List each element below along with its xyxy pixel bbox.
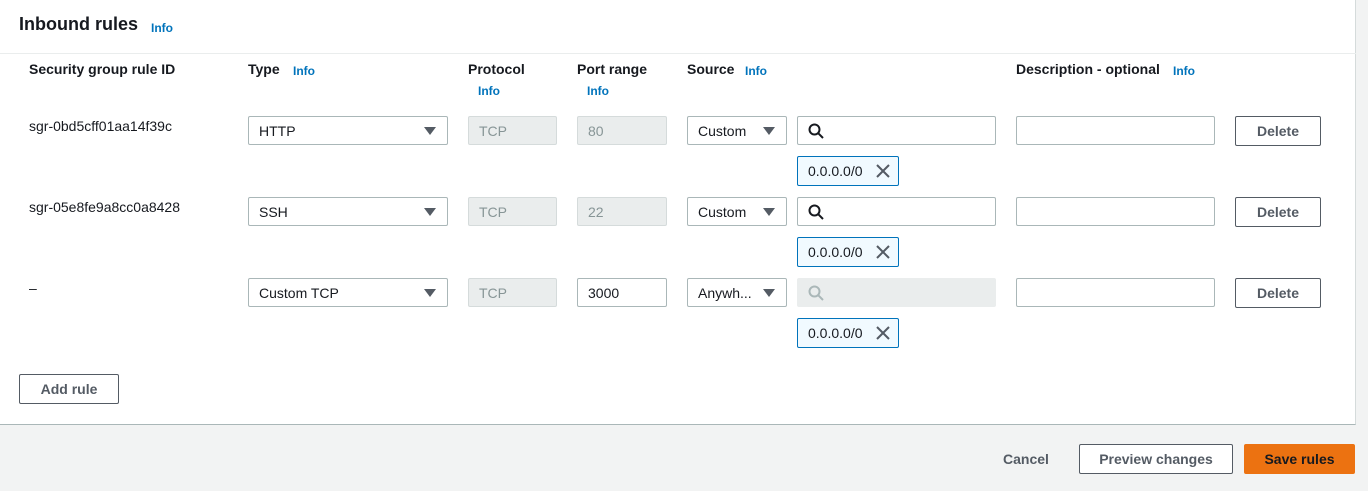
- delete-rule-button[interactable]: Delete: [1235, 278, 1321, 308]
- cidr-token-value: 0.0.0.0/0: [808, 163, 863, 179]
- type-select[interactable]: SSH: [248, 197, 448, 226]
- source-info-link[interactable]: Info: [745, 64, 767, 78]
- description-input[interactable]: [1016, 116, 1215, 145]
- type-select[interactable]: HTTP: [248, 116, 448, 145]
- inbound-rules-panel: Inbound rules Info Security group rule I…: [0, 0, 1356, 425]
- rule-id: –: [29, 280, 37, 296]
- caret-down-icon: [763, 289, 775, 297]
- protocol-value: TCP: [479, 123, 507, 139]
- cidr-search-input: [797, 278, 996, 307]
- caret-down-icon: [763, 127, 775, 135]
- type-info-link[interactable]: Info: [293, 64, 315, 78]
- save-rules-button[interactable]: Save rules: [1244, 444, 1355, 474]
- source-select-value: Custom: [698, 123, 747, 139]
- protocol-field: TCP: [468, 278, 557, 307]
- cidr-search-input[interactable]: [797, 197, 996, 226]
- protocol-value: TCP: [479, 285, 507, 301]
- col-header-description: Description - optional: [1016, 61, 1160, 77]
- cidr-token: 0.0.0.0/0: [797, 237, 899, 267]
- cidr-search-input[interactable]: [797, 116, 996, 145]
- close-icon[interactable]: [875, 325, 891, 341]
- port-range-input[interactable]: 3000: [577, 278, 667, 307]
- type-select[interactable]: Custom TCP: [248, 278, 448, 307]
- delete-rule-button[interactable]: Delete: [1235, 116, 1321, 146]
- caret-down-icon: [424, 127, 436, 135]
- cidr-token: 0.0.0.0/0: [797, 318, 899, 348]
- source-select-value: Custom: [698, 204, 747, 220]
- protocol-field: TCP: [468, 116, 557, 145]
- col-header-type: Type: [248, 61, 280, 77]
- preview-changes-button[interactable]: Preview changes: [1079, 444, 1233, 474]
- type-select-value: Custom TCP: [259, 285, 339, 301]
- rule-id: sgr-0bd5cff01aa14f39c: [29, 118, 172, 134]
- search-icon: [808, 285, 824, 301]
- source-select[interactable]: Custom: [687, 116, 787, 145]
- description-info-link[interactable]: Info: [1173, 64, 1195, 78]
- description-input[interactable]: [1016, 278, 1215, 307]
- source-select-value: Anywh...: [698, 285, 752, 301]
- protocol-value: TCP: [479, 204, 507, 220]
- type-select-value: SSH: [259, 204, 288, 220]
- description-input[interactable]: [1016, 197, 1215, 226]
- port-range-field: 80: [577, 116, 667, 145]
- port-range-value: 22: [588, 204, 604, 220]
- col-header-source: Source: [687, 61, 735, 77]
- close-icon[interactable]: [875, 244, 891, 260]
- port-range-field: 22: [577, 197, 667, 226]
- caret-down-icon: [424, 289, 436, 297]
- panel-header: Inbound rules Info: [0, 0, 1356, 54]
- port-range-value: 3000: [588, 285, 620, 301]
- cancel-button[interactable]: Cancel: [1003, 451, 1049, 467]
- col-header-port-range: Port range: [577, 61, 648, 77]
- protocol-field: TCP: [468, 197, 557, 226]
- type-select-value: HTTP: [259, 123, 296, 139]
- protocol-info-link[interactable]: Info: [478, 84, 500, 98]
- col-header-protocol: Protocol: [468, 61, 525, 77]
- rule-id: sgr-05e8fe9a8cc0a8428: [29, 199, 181, 215]
- delete-rule-button[interactable]: Delete: [1235, 197, 1321, 227]
- source-select[interactable]: Custom: [687, 197, 787, 226]
- panel-title: Inbound rules: [19, 14, 138, 34]
- caret-down-icon: [763, 208, 775, 216]
- close-icon[interactable]: [875, 163, 891, 179]
- search-icon: [808, 204, 824, 220]
- cidr-token-value: 0.0.0.0/0: [808, 325, 863, 341]
- caret-down-icon: [424, 208, 436, 216]
- cidr-token: 0.0.0.0/0: [797, 156, 899, 186]
- cidr-token-value: 0.0.0.0/0: [808, 244, 863, 260]
- panel-info-link[interactable]: Info: [151, 21, 173, 35]
- add-rule-button[interactable]: Add rule: [19, 374, 119, 404]
- search-icon: [808, 123, 824, 139]
- source-select[interactable]: Anywh...: [687, 278, 787, 307]
- port-range-info-link[interactable]: Info: [587, 84, 609, 98]
- col-header-rule-id: Security group rule ID: [29, 61, 176, 77]
- port-range-value: 80: [588, 123, 604, 139]
